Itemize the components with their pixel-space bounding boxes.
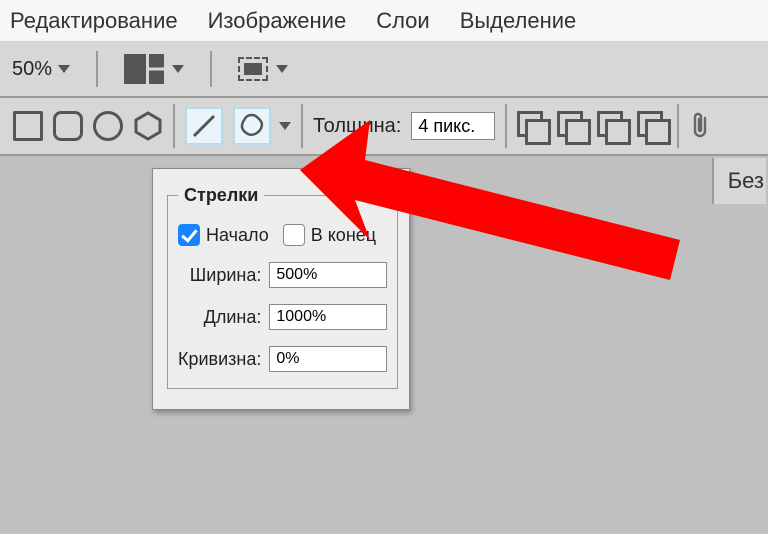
curve-input[interactable] [269,346,387,372]
intersect-icon[interactable] [597,111,627,141]
length-label: Длина: [204,307,262,328]
menu-edit[interactable]: Редактирование [10,8,178,34]
rectangle-icon[interactable] [13,111,43,141]
menu-bar: Редактирование Изображение Слои Выделени… [0,0,768,42]
curve-label: Кривизна: [178,349,261,370]
custom-shape-button[interactable] [233,107,271,145]
ellipse-icon[interactable] [93,111,123,141]
screen-mode-dropdown[interactable] [238,57,288,81]
misc-group [679,98,721,154]
path-ops-group [507,98,677,154]
width-label: Ширина: [190,265,262,286]
right-truncated-label: Без [712,158,766,204]
checkbox-unchecked-icon [283,224,305,246]
shape-toolbar: Толщина: [0,98,768,156]
separator [210,51,212,87]
menu-layers[interactable]: Слои [376,8,430,34]
chevron-down-icon [276,65,288,73]
zoom-dropdown[interactable]: 50% [12,58,70,81]
zoom-value: 50% [12,58,52,81]
start-label: Начало [206,225,269,246]
subtract-icon[interactable] [557,111,587,141]
separator [96,51,98,87]
chevron-down-icon [58,65,70,73]
line-group [175,98,301,154]
options-bar: 50% [0,42,768,98]
exclude-icon[interactable] [637,111,667,141]
thickness-input[interactable] [411,112,495,140]
thickness-group: Толщина: [303,98,505,154]
chevron-down-icon[interactable] [279,122,291,130]
end-label: В конец [311,225,376,246]
layout-icon [124,54,164,84]
length-input[interactable] [269,304,387,330]
thickness-label: Толщина: [313,115,401,138]
start-checkbox-wrap[interactable]: Начало [178,224,269,246]
rounded-rectangle-icon[interactable] [53,111,83,141]
paperclip-icon[interactable] [689,111,711,141]
line-tool-button[interactable] [185,107,223,145]
end-checkbox-wrap[interactable]: В конец [283,224,376,246]
screen-mode-icon [238,57,268,81]
checkbox-checked-icon [178,224,200,246]
polygon-icon[interactable] [133,111,163,141]
shape-group [3,98,173,154]
menu-select[interactable]: Выделение [460,8,577,34]
popup-title: Стрелки [178,185,264,206]
combine-icon[interactable] [517,111,547,141]
layout-dropdown[interactable] [124,54,184,84]
arrows-fieldset: Стрелки Начало В конец Ширина: Длина: Кр… [167,185,398,389]
menu-image[interactable]: Изображение [208,8,347,34]
arrows-popup: Стрелки Начало В конец Ширина: Длина: Кр… [152,168,410,410]
chevron-down-icon [172,65,184,73]
width-input[interactable] [269,262,387,288]
